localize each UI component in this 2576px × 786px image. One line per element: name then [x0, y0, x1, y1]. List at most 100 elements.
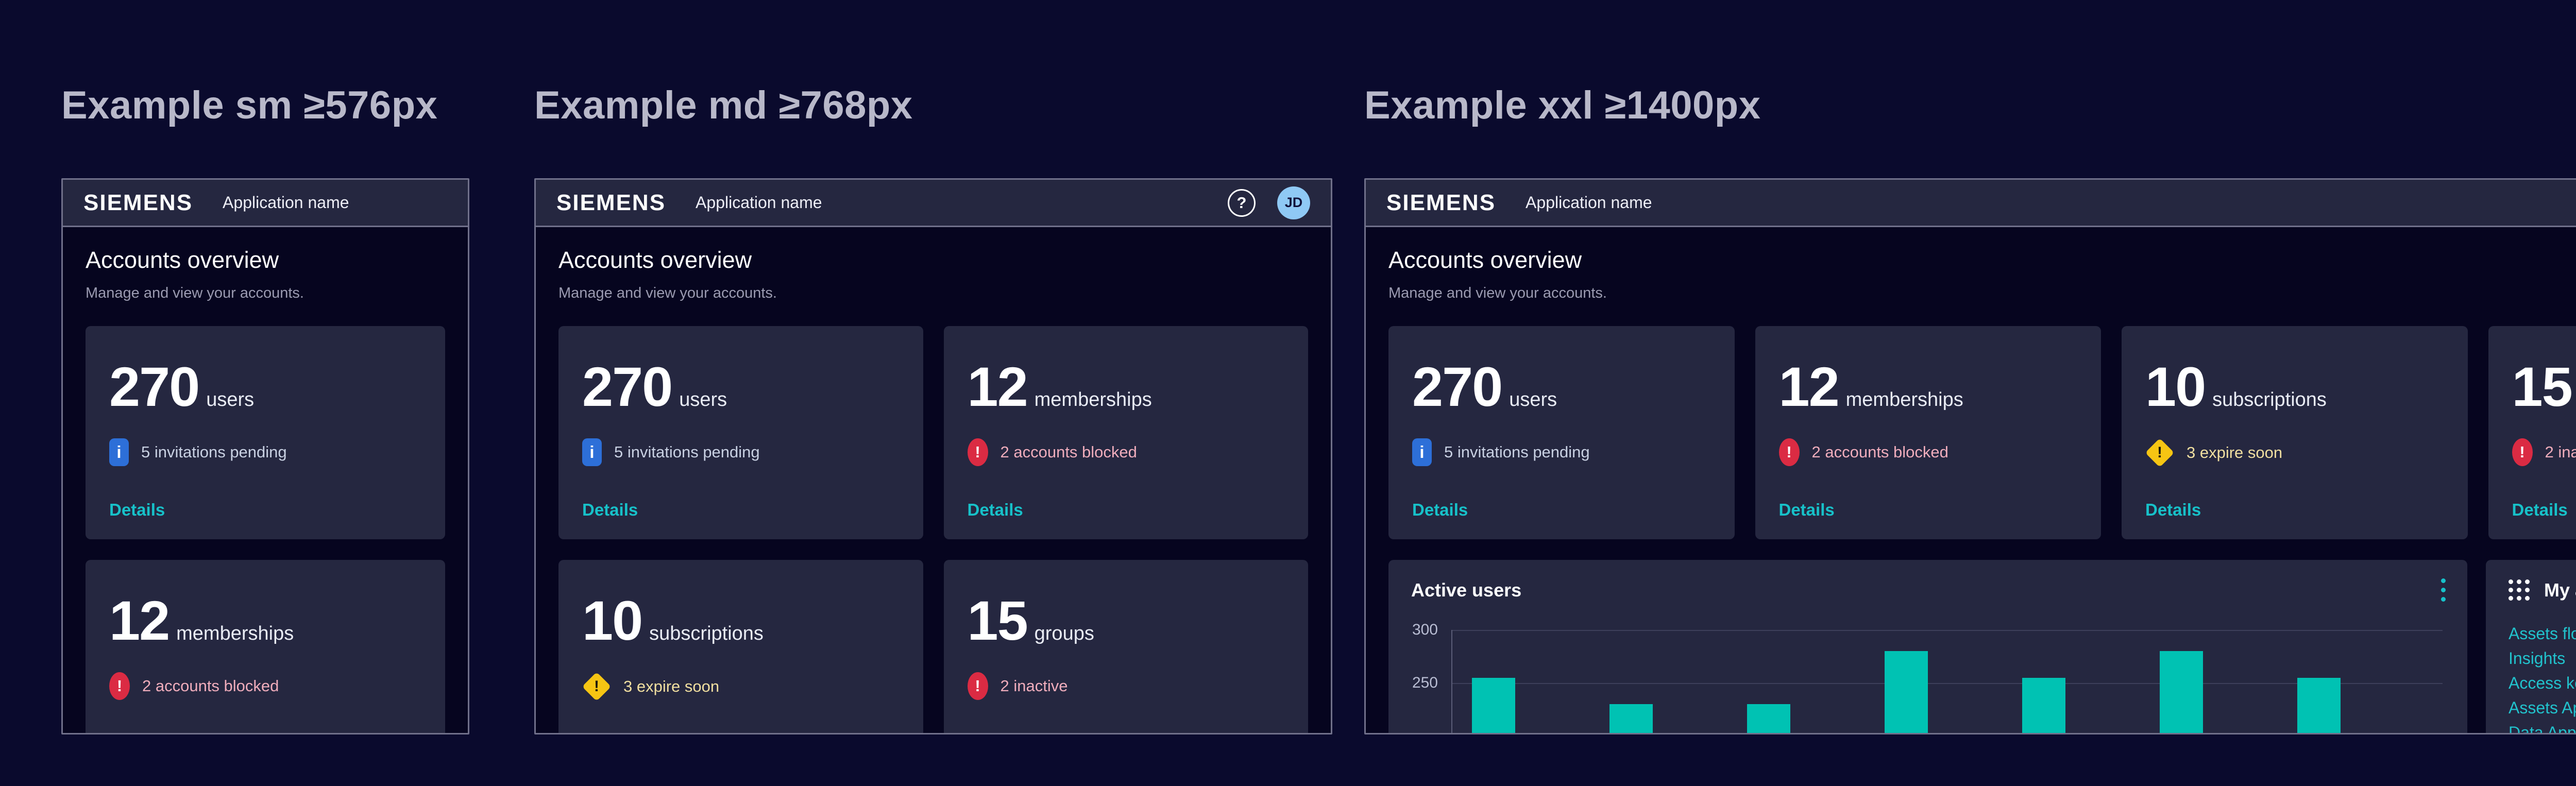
- example-md-title: Example md ≥768px: [534, 81, 1332, 130]
- application-name: Application name: [696, 193, 822, 212]
- stat-tiles-grid: 270 users i 5 invitations pending Detail…: [86, 326, 445, 734]
- stat-badge-row: ! 2 accounts blocked: [968, 438, 1285, 466]
- page-subtitle: Manage and view your accounts.: [1388, 284, 2576, 302]
- details-link[interactable]: Details: [109, 500, 165, 520]
- my-apps-panel: My apps Assets flow› Insights› Access ke…: [2486, 560, 2576, 734]
- warning-icon: !: [582, 672, 611, 701]
- widgets-row: Active users 300250 My apps Assets flow›…: [1388, 560, 2576, 734]
- chart-gridline: [1451, 683, 2443, 684]
- page-title: Accounts overview: [558, 246, 1308, 275]
- stat-tile-users: 270 users i 5 invitations pending Detail…: [558, 326, 923, 539]
- stat-tile-groups: 15 groups ! 2 inactive Details: [2488, 326, 2576, 539]
- badge-text: 5 invitations pending: [614, 443, 760, 462]
- my-apps-list: Assets flow› Insights› Access key› Asset…: [2486, 621, 2576, 734]
- siemens-logo: SIEMENS: [1386, 190, 1496, 216]
- app-link-assets-app[interactable]: Assets App›: [2509, 695, 2576, 720]
- active-users-panel: Active users 300250: [1388, 560, 2467, 734]
- stat-tile-subscriptions: 10 subscriptions ! 3 expire soon Details: [2122, 326, 2468, 539]
- panel-header: Active users: [1388, 560, 2467, 604]
- bar: [1609, 704, 1653, 734]
- badge-text: 2 inactive: [2545, 443, 2576, 462]
- info-icon: i: [582, 438, 602, 466]
- kebab-menu-icon[interactable]: [2439, 576, 2448, 604]
- stat-tile-groups: 15 groups ! 2 inactive Details: [944, 560, 1309, 734]
- stat-value: 10: [582, 593, 642, 648]
- stat-value: 270: [109, 359, 199, 415]
- bar: [1885, 651, 1928, 734]
- error-icon: !: [968, 438, 988, 466]
- stat-unit: memberships: [1035, 389, 1152, 411]
- badge-text: 3 expire soon: [2187, 443, 2282, 462]
- avatar[interactable]: JD: [1277, 186, 1310, 219]
- y-axis-tick-label: 250: [1394, 674, 1438, 692]
- page-content: Accounts overview Manage and view your a…: [536, 227, 1331, 734]
- details-link[interactable]: Details: [2145, 500, 2201, 520]
- page-subtitle: Manage and view your accounts.: [86, 284, 445, 302]
- example-xxl-title: Example xxl ≥1400px: [1364, 81, 2576, 130]
- y-axis-tick-label: 300: [1394, 621, 1438, 639]
- siemens-logo: SIEMENS: [83, 190, 193, 216]
- example-md: Example md ≥768px SIEMENS Application na…: [534, 81, 1332, 734]
- stat-value: 15: [2512, 359, 2572, 415]
- badge-text: 5 invitations pending: [141, 443, 287, 462]
- app-link-insights[interactable]: Insights›: [2509, 646, 2576, 671]
- page-subtitle: Manage and view your accounts.: [558, 284, 1308, 302]
- stat-badge-row: i 5 invitations pending: [109, 438, 421, 466]
- stat-badge-row: i 5 invitations pending: [1412, 438, 1711, 466]
- bar: [2160, 651, 2203, 734]
- application-name: Application name: [1526, 193, 1652, 212]
- stat-unit: users: [206, 389, 254, 411]
- stat-unit: memberships: [176, 623, 294, 645]
- app-header: SIEMENS Application name ? JD: [536, 180, 1331, 227]
- bar: [2022, 678, 2065, 734]
- bar-chart: 300250: [1451, 626, 2443, 734]
- stat-unit: memberships: [1846, 389, 1963, 411]
- stat-value-row: 10 subscriptions: [2145, 359, 2444, 415]
- details-link[interactable]: Details: [1412, 500, 1468, 520]
- stat-tile-memberships: 12 memberships ! 2 accounts blocked Deta…: [1755, 326, 2102, 539]
- info-icon: i: [1412, 438, 1432, 466]
- error-icon: !: [968, 672, 988, 700]
- stat-badge-row: ! 2 accounts blocked: [109, 672, 421, 700]
- chart-title: Active users: [1411, 579, 1521, 601]
- app-link-access-key[interactable]: Access key›: [2509, 671, 2576, 695]
- info-icon: i: [109, 438, 129, 466]
- stat-value-row: 270 users: [1412, 359, 1711, 415]
- bar: [1472, 678, 1515, 734]
- stat-value: 10: [2145, 359, 2205, 415]
- app-grid-icon[interactable]: [2509, 579, 2530, 601]
- stat-unit: users: [679, 389, 727, 411]
- stat-value: 12: [109, 593, 169, 648]
- siemens-logo: SIEMENS: [556, 190, 666, 216]
- bar: [2297, 678, 2341, 734]
- badge-text: 2 accounts blocked: [1001, 443, 1137, 462]
- details-link[interactable]: Details: [968, 500, 1023, 520]
- stat-tiles-grid: 270 users i 5 invitations pending Detail…: [1388, 326, 2576, 539]
- application-name: Application name: [223, 193, 349, 212]
- stat-value-row: 12 memberships: [1779, 359, 2078, 415]
- stat-unit: subscriptions: [649, 623, 764, 645]
- header-actions: ? JD: [1228, 186, 1310, 219]
- stat-value: 270: [1412, 359, 1502, 415]
- stat-badge-row: ! 2 inactive: [968, 672, 1285, 700]
- app-frame-md: SIEMENS Application name ? JD Accounts o…: [534, 178, 1332, 734]
- app-link-data-app[interactable]: Data App›: [2509, 720, 2576, 734]
- details-link[interactable]: Details: [1779, 500, 1835, 520]
- stat-value: 15: [968, 593, 1027, 648]
- stat-tile-memberships: 12 memberships ! 2 accounts blocked Deta…: [944, 326, 1309, 539]
- app-link-assets-flow[interactable]: Assets flow›: [2509, 621, 2576, 646]
- stat-unit: groups: [1035, 623, 1094, 645]
- help-icon[interactable]: ?: [1228, 189, 1256, 217]
- stat-badge-row: ! 2 accounts blocked: [1779, 438, 2078, 466]
- details-link[interactable]: Details: [582, 500, 638, 520]
- y-axis-line: [1451, 630, 1452, 734]
- example-sm-title: Example sm ≥576px: [61, 81, 469, 130]
- example-sm: Example sm ≥576px SIEMENS Application na…: [61, 81, 469, 734]
- app-frame-sm: SIEMENS Application name Accounts overvi…: [61, 178, 469, 734]
- badge-text: 3 expire soon: [623, 677, 719, 696]
- stat-tile-users: 270 users i 5 invitations pending Detail…: [1388, 326, 1735, 539]
- stat-unit: subscriptions: [2212, 389, 2327, 411]
- details-link[interactable]: Details: [2512, 500, 2568, 520]
- badge-text: 2 inactive: [1001, 677, 1068, 695]
- chart-gridline: [1451, 630, 2443, 631]
